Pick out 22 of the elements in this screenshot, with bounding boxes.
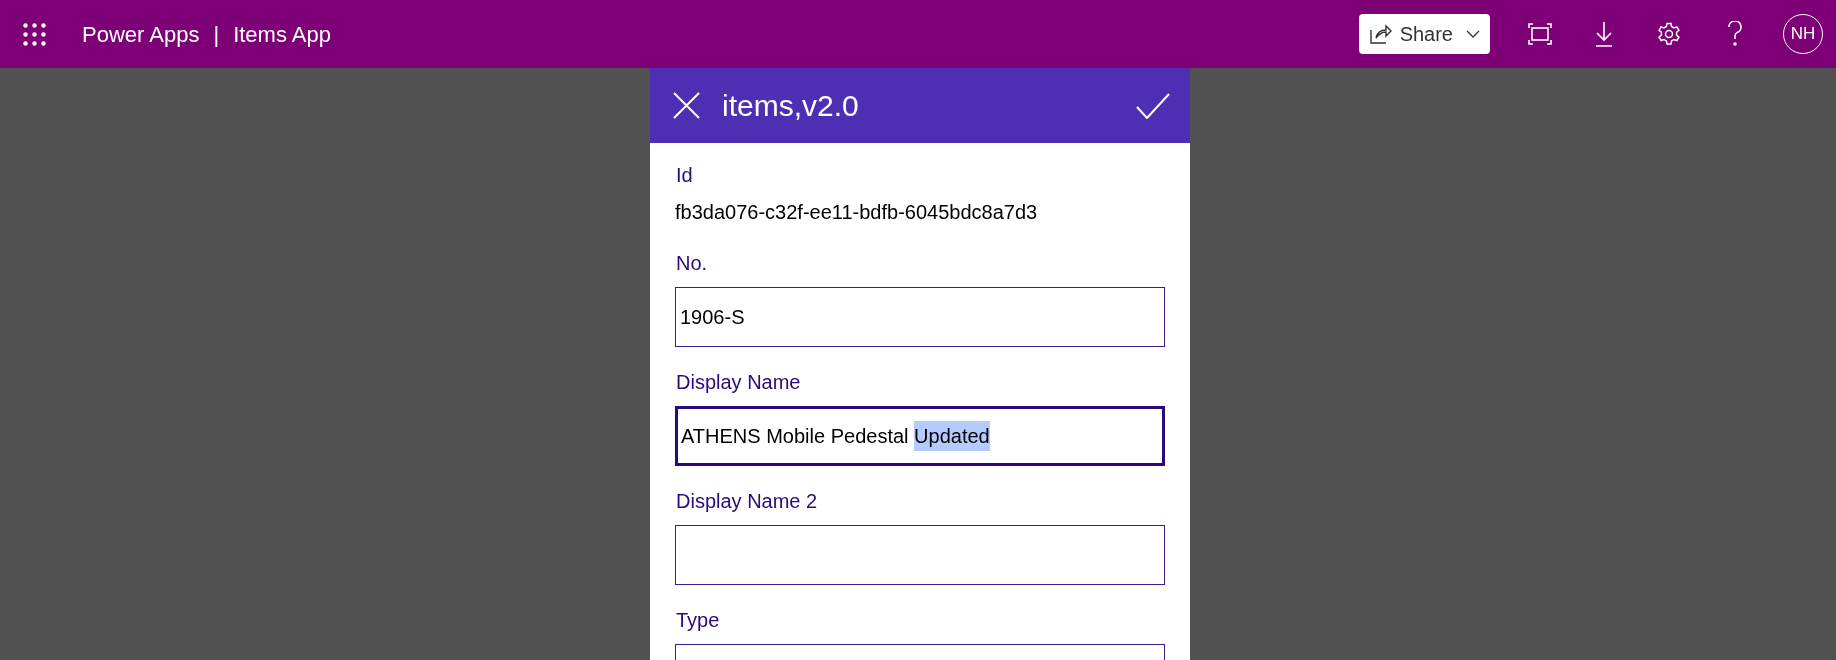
app-name: Power Apps: [82, 20, 200, 49]
text-field[interactable]: 1906-S: [675, 287, 1165, 347]
app-title: Items App: [233, 20, 331, 49]
title-separator: |: [213, 20, 220, 49]
field-value: fb3da076-c32f-ee11-bdfb-6045bdc8a7d3: [675, 200, 1039, 225]
text-field[interactable]: [675, 525, 1165, 585]
form-title: items,v2.0: [722, 88, 859, 124]
field-label: No.: [675, 251, 709, 276]
field-label: Type: [675, 608, 721, 633]
help-icon[interactable]: [1727, 21, 1743, 47]
app-launcher-icon[interactable]: [23, 22, 46, 46]
field-label: Display Name: [675, 370, 802, 395]
settings-icon[interactable]: [1657, 22, 1681, 46]
fit-screen-icon[interactable]: [1528, 23, 1552, 45]
field-label: Display Name 2: [675, 489, 819, 514]
checkmark-icon[interactable]: [1136, 92, 1170, 119]
text-field[interactable]: ATHENS Mobile Pedestal Updated: [675, 406, 1165, 466]
close-icon[interactable]: [673, 92, 700, 119]
share-icon: [1367, 22, 1392, 46]
download-icon[interactable]: [1594, 21, 1614, 47]
field-label: Id: [675, 163, 694, 188]
share-button[interactable]: Share: [1358, 14, 1490, 54]
